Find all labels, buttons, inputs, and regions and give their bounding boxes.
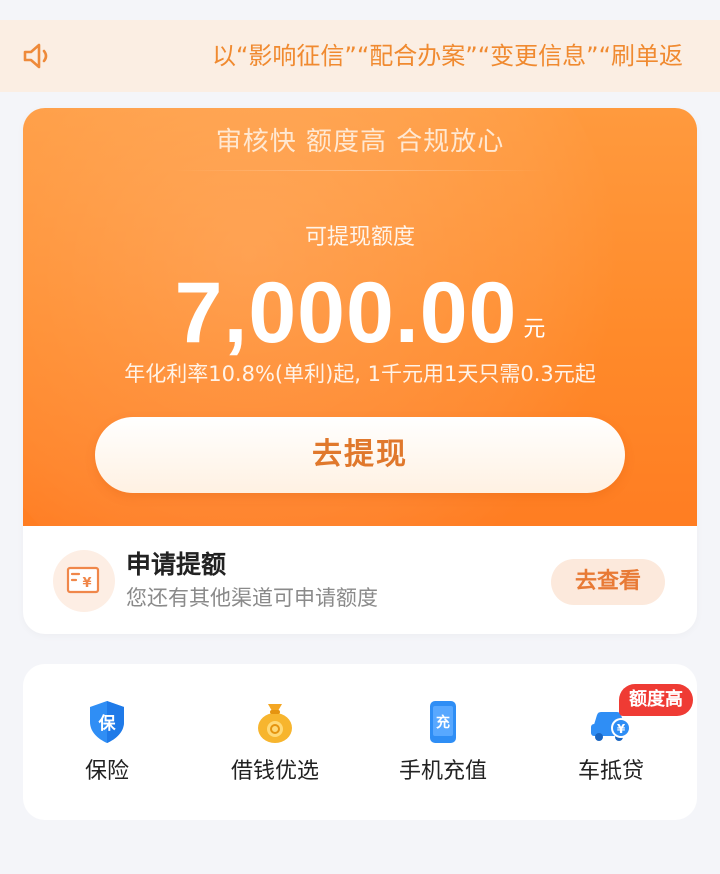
interest-rate-text: 年化利率10.8%(单利)起, 1千元用1天只需0.3元起 [124, 362, 596, 386]
svg-text:¥: ¥ [617, 722, 626, 736]
service-car-loan[interactable]: ¥ 额度高 车抵贷 [527, 664, 695, 820]
phone-recharge-icon: 充 [430, 701, 456, 743]
amount-unit: 元 [523, 317, 546, 342]
available-limit-label: 可提现额度 [304, 225, 415, 250]
speaker-icon [23, 43, 48, 69]
withdraw-button[interactable]: 去提现 [95, 417, 625, 493]
notice-bar[interactable]: 以“影响征信”“配合办案”“变更信息”“刷单返 [0, 20, 720, 92]
svg-text:¥: ¥ [82, 576, 91, 591]
hero-divider [173, 170, 547, 171]
available-amount: 7,000.00 [174, 265, 518, 361]
credit-card-panel: 审核快 额度高 合规放心 可提现额度 7,000.00 元 年化利率10.8%(单… [23, 108, 697, 634]
apply-subtitle: 您还有其他渠道可申请额度 [126, 586, 378, 610]
apply-icon-wrap: ¥ [53, 550, 115, 612]
amount-row: 7,000.00 元 [23, 258, 697, 368]
service-loan-select[interactable]: 借钱优选 [191, 664, 359, 820]
money-bag-icon [258, 704, 292, 743]
service-label: 借钱优选 [230, 759, 319, 784]
services-panel: 保 保险 借钱优选 充 手机充值 ¥ 额度高 车抵贷 [23, 664, 697, 820]
recharge-icon-glyph: 充 [436, 714, 450, 731]
hero-tagline: 审核快 额度高 合规放心 [215, 127, 505, 157]
insurance-icon-glyph: 保 [98, 713, 117, 734]
credit-card-yen-icon: ¥ [66, 566, 100, 594]
apply-increase-row[interactable]: ¥ 申请提额 您还有其他渠道可申请额度 去查看 [23, 526, 697, 634]
service-label: 保险 [84, 759, 129, 784]
insurance-shield-icon: 保 [90, 701, 124, 743]
credit-hero: 审核快 额度高 合规放心 可提现额度 7,000.00 元 年化利率10.8%(单… [23, 108, 697, 526]
high-limit-badge: 额度高 [619, 684, 693, 716]
view-button[interactable]: 去查看 [551, 559, 665, 605]
apply-title: 申请提额 [126, 550, 227, 579]
service-phone-recharge[interactable]: 充 手机充值 [359, 664, 527, 820]
notice-text: 以“影响征信”“配合办案”“变更信息”“刷单返 [212, 42, 684, 70]
service-label: 车抵贷 [577, 759, 644, 784]
service-insurance[interactable]: 保 保险 [23, 664, 191, 820]
service-label: 手机充值 [398, 759, 487, 784]
